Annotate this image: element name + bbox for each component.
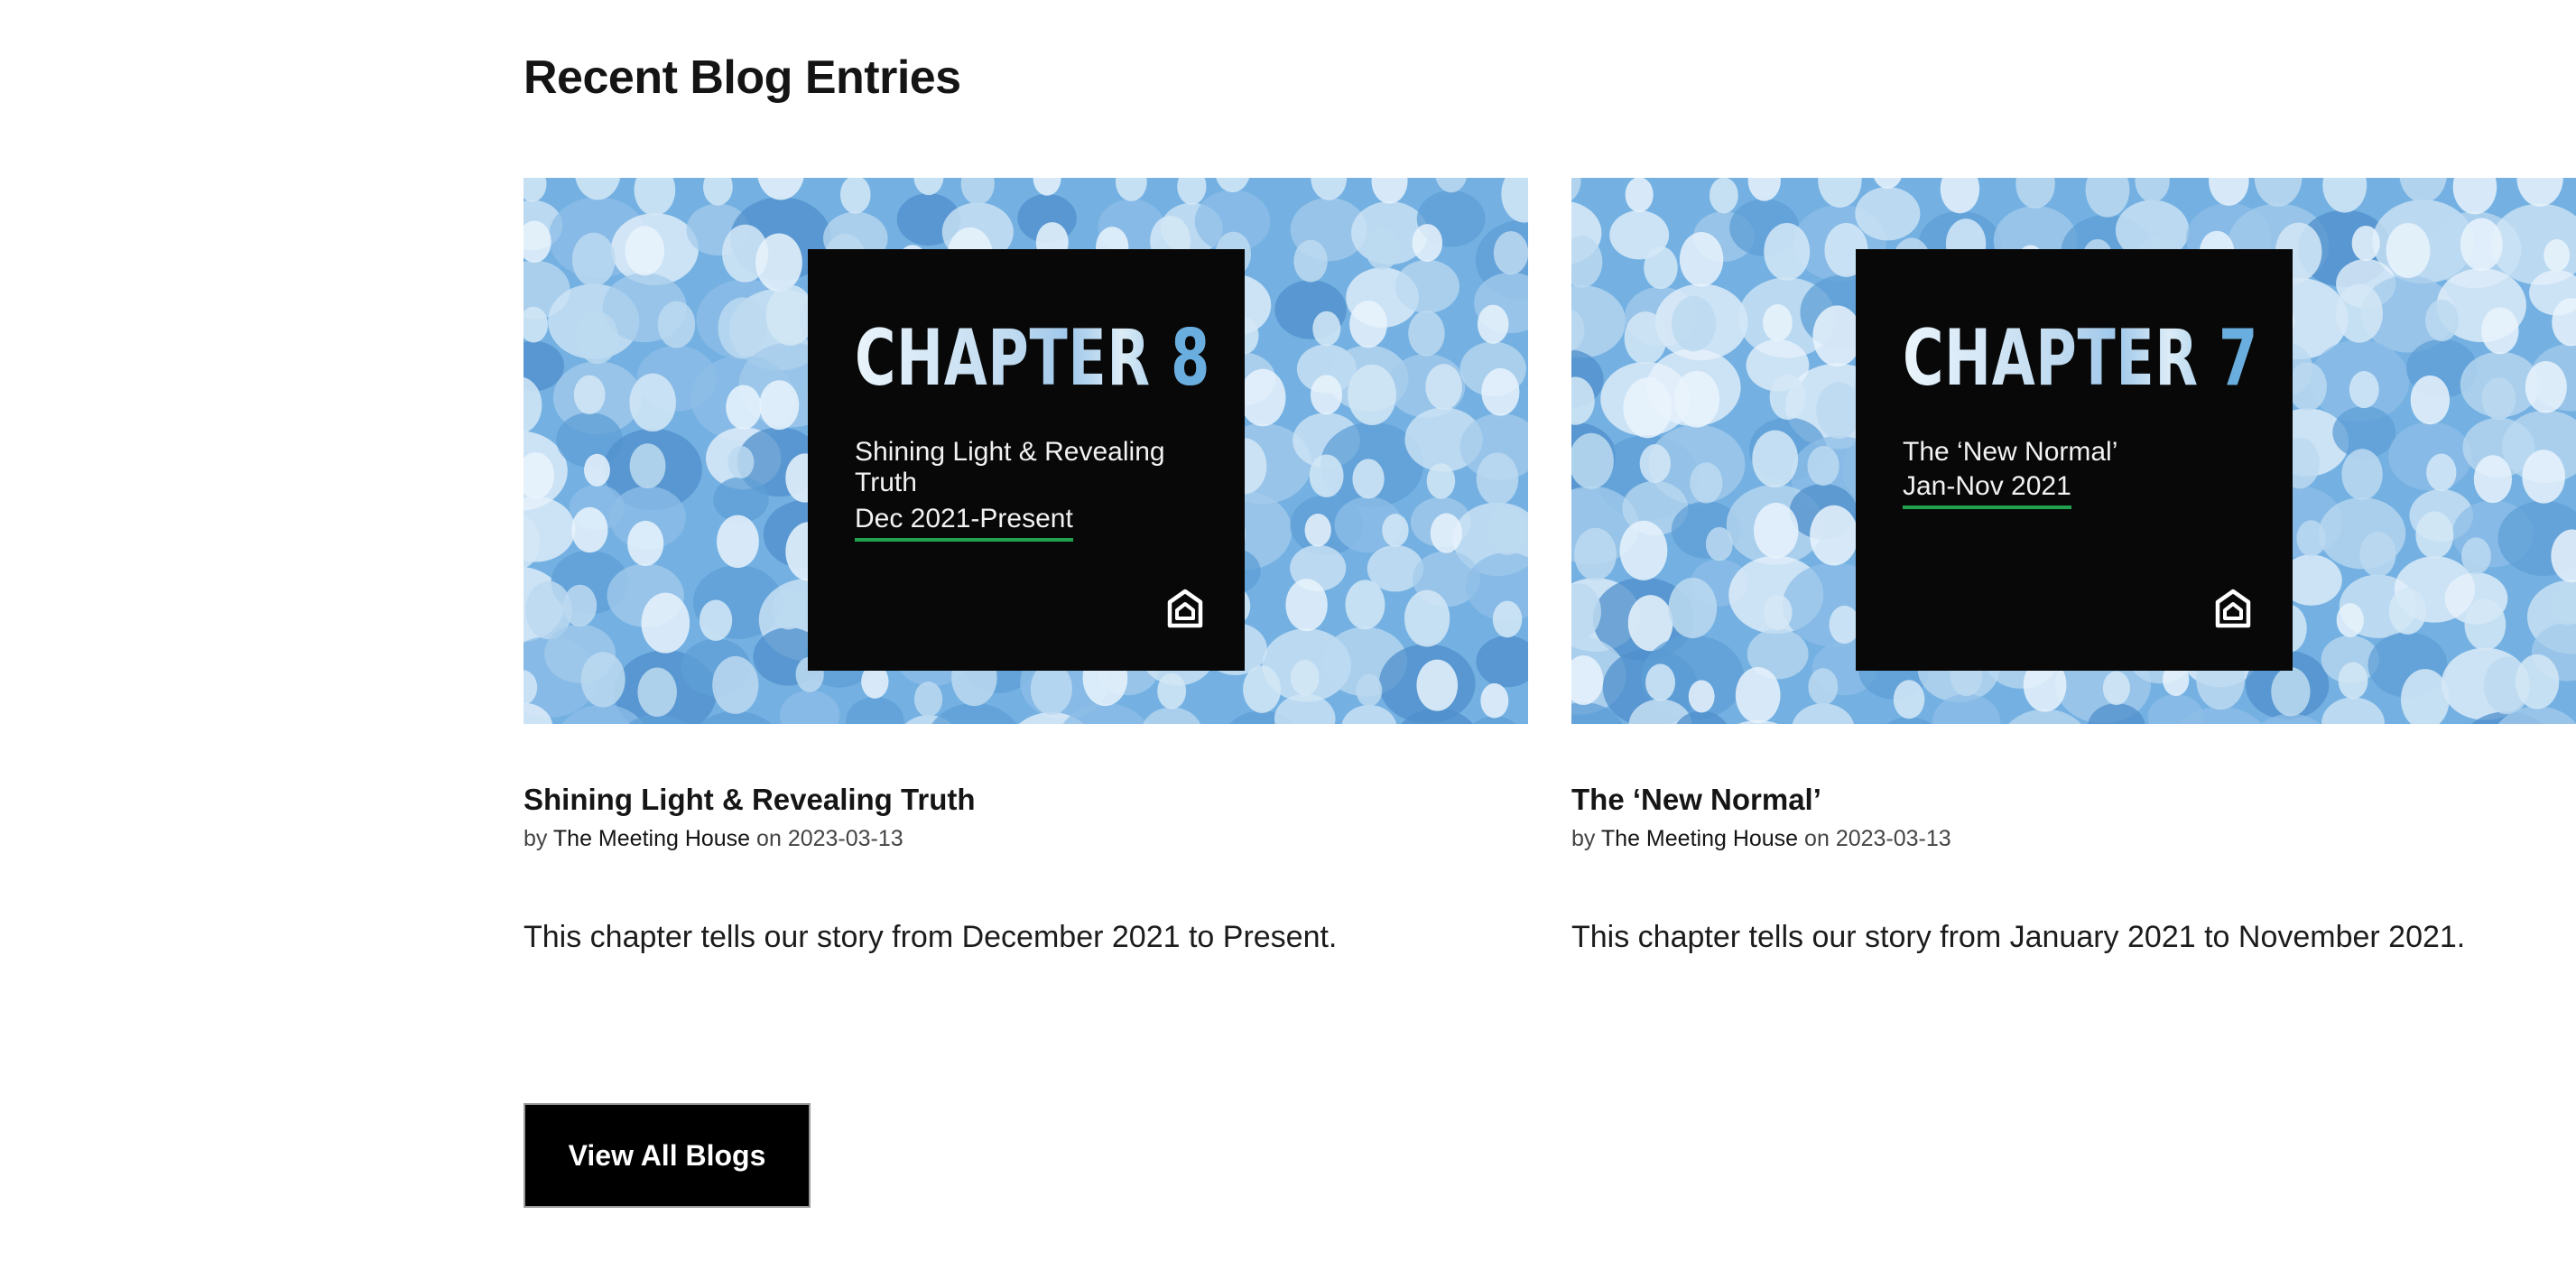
chapter-poster: CHAPTER 7 The ‘New Normal’ Jan-Nov 2021	[1856, 249, 2293, 671]
meeting-house-logo-icon	[2215, 589, 2251, 628]
poster-dates: Dec 2021-Present	[855, 504, 1073, 542]
post-author[interactable]: The Meeting House	[1601, 826, 1798, 851]
post-excerpt: This chapter tells our story from Decemb…	[524, 920, 1338, 954]
meta-on: on	[1804, 826, 1830, 851]
poster-subtitle: The ‘New Normal’	[1903, 437, 2118, 467]
post-excerpt: This chapter tells our story from Januar…	[1571, 920, 2466, 954]
post-date: 2023-03-13	[787, 826, 903, 851]
post-meta: by The Meeting House on 2023-03-13	[1571, 826, 1951, 852]
poster-subtitle: Shining Light & Revealing Truth	[855, 437, 1165, 497]
chapter-poster: CHAPTER 8 Shining Light & Revealing Trut…	[808, 249, 1245, 671]
blog-thumbnail[interactable]: CHAPTER 8 Shining Light & Revealing Trut…	[524, 178, 1528, 724]
meta-on: on	[756, 826, 782, 851]
meeting-house-logo-icon	[1167, 589, 1203, 628]
poster-heading: CHAPTER 7	[1903, 313, 2258, 404]
post-title[interactable]: Shining Light & Revealing Truth	[524, 783, 976, 817]
post-author[interactable]: The Meeting House	[553, 826, 750, 851]
poster-heading: CHAPTER 8	[855, 313, 1210, 404]
section-title: Recent Blog Entries	[524, 51, 961, 104]
post-title[interactable]: The ‘New Normal’	[1571, 783, 1821, 817]
post-date: 2023-03-13	[1835, 826, 1951, 851]
meta-by: by	[524, 826, 548, 851]
meta-by: by	[1571, 826, 1596, 851]
blog-card[interactable]: CHAPTER 7 The ‘New Normal’ Jan-Nov 2021 …	[1571, 178, 2576, 954]
blog-card[interactable]: CHAPTER 8 Shining Light & Revealing Trut…	[524, 178, 1528, 954]
poster-dates: Jan-Nov 2021	[1903, 471, 2071, 509]
view-all-blogs-button[interactable]: View All Blogs	[524, 1103, 811, 1208]
blog-thumbnail[interactable]: CHAPTER 7 The ‘New Normal’ Jan-Nov 2021	[1571, 178, 2576, 724]
post-meta: by The Meeting House on 2023-03-13	[524, 826, 903, 852]
